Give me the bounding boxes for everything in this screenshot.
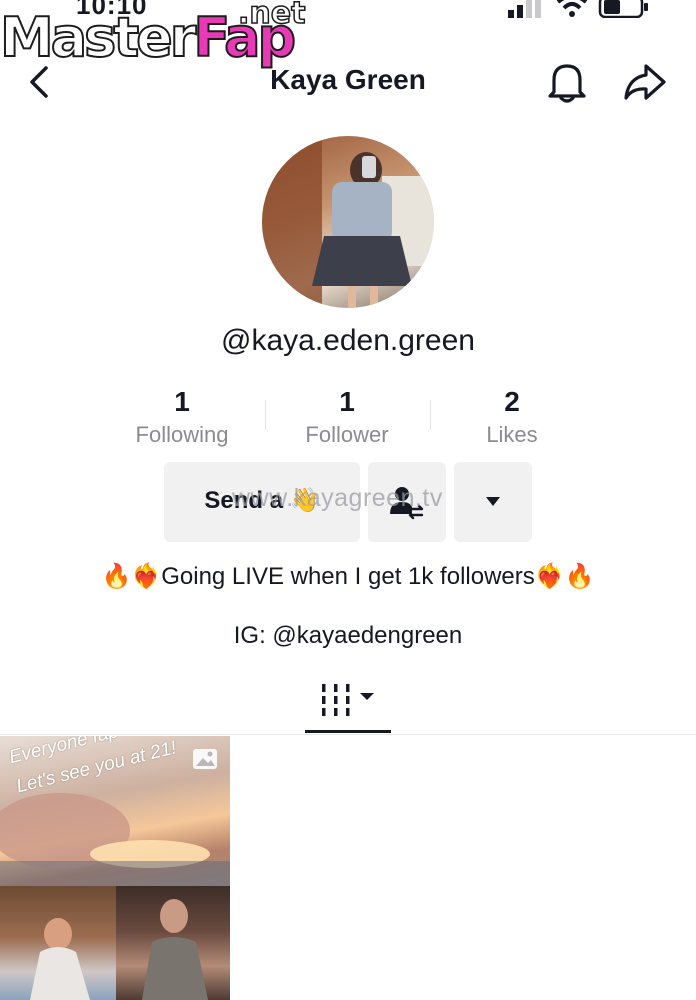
- signal-icon: [508, 0, 541, 18]
- stat-value: 1: [339, 386, 355, 417]
- share-arrow-icon[interactable]: [622, 62, 668, 102]
- grid-tab-icon[interactable]: [318, 682, 378, 718]
- video-thumbnail[interactable]: [116, 886, 230, 1000]
- stat-value: 2: [504, 386, 520, 417]
- profile-ig-link[interactable]: IG: @kayaedengreen: [0, 622, 696, 650]
- stat-label: Likes: [486, 422, 538, 447]
- stat-following[interactable]: 1 Following: [102, 386, 262, 452]
- video-thumbnail[interactable]: Everyone fap me Let's see you at 21!: [0, 736, 230, 886]
- caret-down-icon: [486, 497, 500, 506]
- stat-divider: [430, 400, 431, 430]
- active-tab-indicator: [305, 730, 391, 733]
- stat-likes[interactable]: 2 Likes: [432, 386, 592, 452]
- stat-label: Following: [135, 422, 229, 447]
- stat-label: Follower: [305, 422, 389, 447]
- bell-icon[interactable]: [546, 60, 588, 104]
- photo-icon: [193, 749, 217, 769]
- stat-value: 1: [174, 386, 190, 417]
- tab-divider: [0, 734, 696, 735]
- more-options-button[interactable]: [454, 462, 532, 542]
- username: @kaya.eden.green: [221, 324, 475, 357]
- battery-icon: [598, 0, 648, 18]
- stat-divider: [265, 400, 266, 430]
- stat-followers[interactable]: 1 Follower: [267, 386, 427, 452]
- avatar[interactable]: [262, 136, 434, 308]
- profile-bio: 🔥❤️‍🔥Going LIVE when I get 1k followers❤…: [101, 563, 595, 590]
- video-thumbnail[interactable]: [0, 886, 116, 1000]
- page-title: Kaya Green: [270, 64, 426, 95]
- wifi-icon: [556, 0, 588, 17]
- watermark-url: www.kayagreen.tv: [232, 484, 443, 512]
